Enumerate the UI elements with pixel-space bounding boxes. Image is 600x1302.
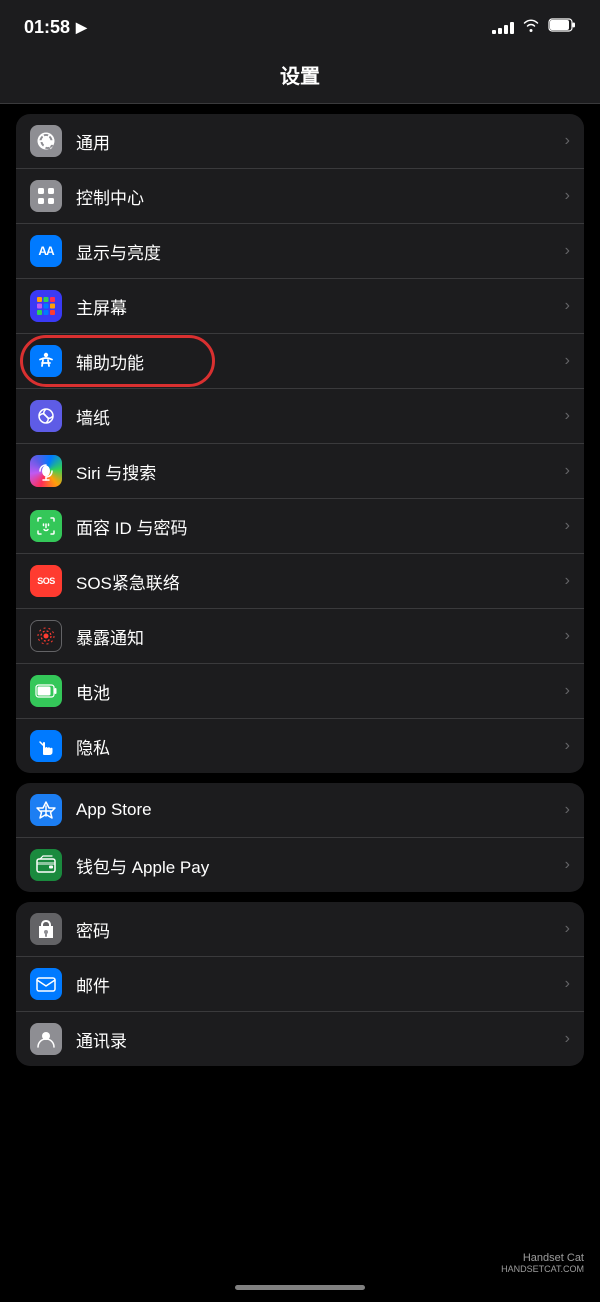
mail-icon (30, 968, 62, 1000)
wallet-chevron: › (565, 856, 570, 874)
control-center-chevron: › (565, 187, 570, 205)
faceid-chevron: › (565, 517, 570, 535)
display-label: 显示与亮度 (76, 239, 557, 264)
settings-item-wallpaper[interactable]: 墙纸 › (16, 389, 584, 444)
settings-item-display[interactable]: AA 显示与亮度 › (16, 224, 584, 279)
privacy-chevron: › (565, 737, 570, 755)
battery-chevron: › (565, 682, 570, 700)
general-chevron: › (565, 132, 570, 150)
location-icon: ▶ (76, 19, 87, 36)
status-time: 01:58 ▶ (24, 17, 87, 38)
battery-icon-item (30, 675, 62, 707)
settings-item-siri[interactable]: Siri 与搜索 › (16, 444, 584, 499)
accessibility-chevron: › (565, 352, 570, 370)
control-center-icon (30, 180, 62, 212)
settings-group-3: 密码 › 邮件 › 通讯录 › (16, 902, 584, 1066)
bottom-spacer (0, 1076, 600, 1116)
homescreen-chevron: › (565, 297, 570, 315)
wallpaper-label: 墙纸 (76, 404, 557, 429)
time-display: 01:58 (24, 17, 70, 38)
mail-chevron: › (565, 975, 570, 993)
contacts-chevron: › (565, 1030, 570, 1048)
status-icons (492, 18, 576, 37)
general-icon (30, 125, 62, 157)
wallpaper-chevron: › (565, 407, 570, 425)
privacy-label: 隐私 (76, 734, 557, 759)
wallpaper-icon (30, 400, 62, 432)
appstore-chevron: › (565, 801, 570, 819)
sos-icon: SOS (30, 565, 62, 597)
watermark: Handset Cat HANDSETCAT.COM (501, 1252, 584, 1274)
wallet-icon (30, 849, 62, 881)
settings-group-2: App Store › 钱包与 Apple Pay › (16, 783, 584, 892)
settings-item-privacy[interactable]: 隐私 › (16, 719, 584, 773)
settings-item-sos[interactable]: SOS SOS紧急联络 › (16, 554, 584, 609)
settings-item-battery[interactable]: 电池 › (16, 664, 584, 719)
settings-item-faceid[interactable]: 面容 ID 与密码 › (16, 499, 584, 554)
privacy-icon (30, 730, 62, 762)
general-label: 通用 (76, 129, 557, 154)
siri-icon (30, 455, 62, 487)
settings-item-appstore[interactable]: App Store › (16, 783, 584, 838)
sos-chevron: › (565, 572, 570, 590)
nav-header: 设置 (0, 50, 600, 104)
settings-item-control-center[interactable]: 控制中心 › (16, 169, 584, 224)
battery-label: 电池 (76, 679, 557, 704)
accessibility-label: 辅助功能 (76, 349, 557, 374)
page-title: 设置 (280, 66, 320, 88)
wallet-label: 钱包与 Apple Pay (76, 853, 557, 878)
contacts-icon (30, 1023, 62, 1055)
faceid-icon (30, 510, 62, 542)
homescreen-icon (30, 290, 62, 322)
wifi-icon (522, 18, 540, 37)
watermark-line1: Handset Cat (501, 1252, 584, 1264)
settings-item-mail[interactable]: 邮件 › (16, 957, 584, 1012)
faceid-label: 面容 ID 与密码 (76, 514, 557, 539)
siri-chevron: › (565, 462, 570, 480)
contacts-label: 通讯录 (76, 1027, 557, 1052)
sos-label: SOS紧急联络 (76, 569, 557, 594)
siri-label: Siri 与搜索 (76, 459, 557, 484)
settings-item-general[interactable]: 通用 › (16, 114, 584, 169)
content-area: 通用 › 控制中心 › AA 显示与亮度 › (0, 104, 600, 1302)
appstore-icon (30, 794, 62, 826)
settings-group-1: 通用 › 控制中心 › AA 显示与亮度 › (16, 114, 584, 773)
appstore-label: App Store (76, 800, 557, 820)
settings-item-wallet[interactable]: 钱包与 Apple Pay › (16, 838, 584, 892)
settings-item-exposure[interactable]: 暴露通知 › (16, 609, 584, 664)
mail-label: 邮件 (76, 972, 557, 997)
settings-item-contacts[interactable]: 通讯录 › (16, 1012, 584, 1066)
display-icon: AA (30, 235, 62, 267)
exposure-icon (30, 620, 62, 652)
accessibility-icon (30, 345, 62, 377)
watermark-line2: HANDSETCAT.COM (501, 1264, 584, 1274)
signal-bars-icon (492, 20, 514, 34)
exposure-label: 暴露通知 (76, 624, 557, 649)
homescreen-label: 主屏幕 (76, 294, 557, 319)
battery-icon (548, 18, 576, 37)
settings-item-accessibility[interactable]: 辅助功能 › (16, 334, 584, 389)
passwords-chevron: › (565, 920, 570, 938)
settings-item-passwords[interactable]: 密码 › (16, 902, 584, 957)
display-chevron: › (565, 242, 570, 260)
passwords-label: 密码 (76, 917, 557, 942)
control-center-label: 控制中心 (76, 184, 557, 209)
settings-item-homescreen[interactable]: 主屏幕 › (16, 279, 584, 334)
passwords-icon (30, 913, 62, 945)
home-indicator (235, 1285, 365, 1290)
exposure-chevron: › (565, 627, 570, 645)
status-bar: 01:58 ▶ (0, 0, 600, 50)
